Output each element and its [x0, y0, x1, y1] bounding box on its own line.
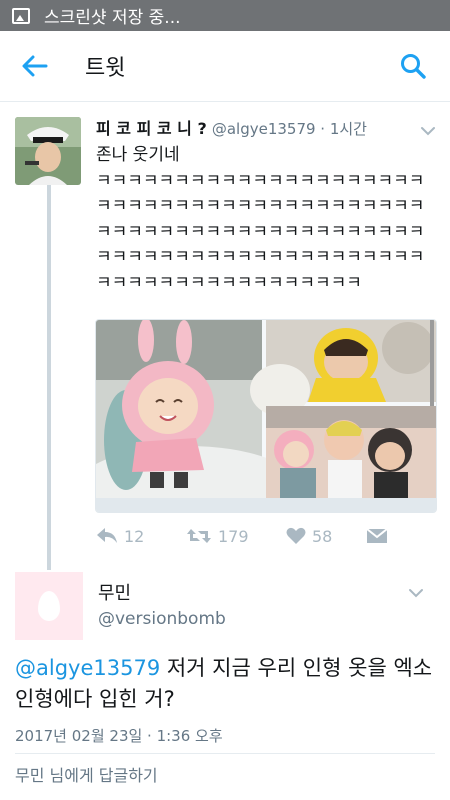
- author-name[interactable]: 무민: [98, 579, 131, 605]
- tweet-header: 피 코 피 코 니 ? @algye13579 · 1시간: [96, 115, 367, 139]
- tweet-menu-button[interactable]: [408, 583, 424, 602]
- avatar[interactable]: [15, 572, 83, 640]
- retweet-count: 179: [218, 526, 249, 546]
- mention-link[interactable]: @algye13579: [15, 656, 160, 680]
- reply-count: 12: [124, 526, 145, 546]
- tweet-menu-button[interactable]: [420, 121, 436, 140]
- gallery-icon: [12, 7, 30, 24]
- egg-icon: [38, 591, 60, 621]
- page-title: 트윗: [85, 56, 126, 81]
- tweet-actions: 12 179 58: [96, 521, 426, 551]
- tweet-text: 존나 웃기네 ㅋㅋㅋㅋㅋㅋㅋㅋㅋㅋㅋㅋㅋㅋㅋㅋㅋㅋㅋㅋㅋㅋㅋㅋㅋㅋㅋㅋㅋㅋㅋㅋㅋ…: [96, 145, 425, 293]
- tweet-main: 무민 @versionbomb @algye13579 저거 지금 우리 인형 …: [0, 561, 450, 800]
- tweet-timestamp: 2017년 02월 23일 · 1:36 오후: [15, 727, 223, 745]
- like-button[interactable]: 58: [286, 527, 366, 546]
- tweet-parent[interactable]: 피 코 피 코 니 ? @algye13579 · 1시간 존나 웃기네 ㅋㅋㅋ…: [0, 101, 450, 561]
- search-button[interactable]: [396, 49, 430, 83]
- direct-message-button[interactable]: [366, 527, 406, 545]
- avatar[interactable]: [15, 117, 81, 185]
- chevron-down-icon: [409, 589, 423, 598]
- reply-button[interactable]: 12: [96, 527, 186, 546]
- retweet-button[interactable]: 179: [186, 527, 286, 546]
- author-handle[interactable]: @versionbomb: [98, 609, 226, 629]
- status-bar-text: 스크린샷 저장 중...: [44, 8, 181, 28]
- tweet-media[interactable]: [95, 319, 437, 513]
- author-name[interactable]: 피 코 피 코 니 ?: [96, 119, 207, 138]
- heart-icon: [286, 527, 306, 544]
- divider: [15, 753, 435, 754]
- tweet-text: @algye13579 저거 지금 우리 인형 옷을 엑소 인형에다 입힌 거?: [15, 653, 435, 715]
- reply-icon: [97, 528, 117, 543]
- author-handle-time: @algye13579 · 1시간: [211, 120, 367, 138]
- retweet-icon: [187, 529, 211, 543]
- arrow-left-icon: [22, 55, 48, 77]
- search-icon: [401, 54, 426, 79]
- status-bar: 스크린샷 저장 중...: [0, 0, 450, 31]
- like-count: 58: [312, 526, 333, 546]
- reply-input-prompt[interactable]: 무민 님에게 답글하기: [15, 762, 158, 786]
- chevron-down-icon: [421, 127, 435, 136]
- app-bar: 트윗: [0, 31, 450, 102]
- envelope-icon: [366, 528, 388, 543]
- back-button[interactable]: [15, 46, 55, 86]
